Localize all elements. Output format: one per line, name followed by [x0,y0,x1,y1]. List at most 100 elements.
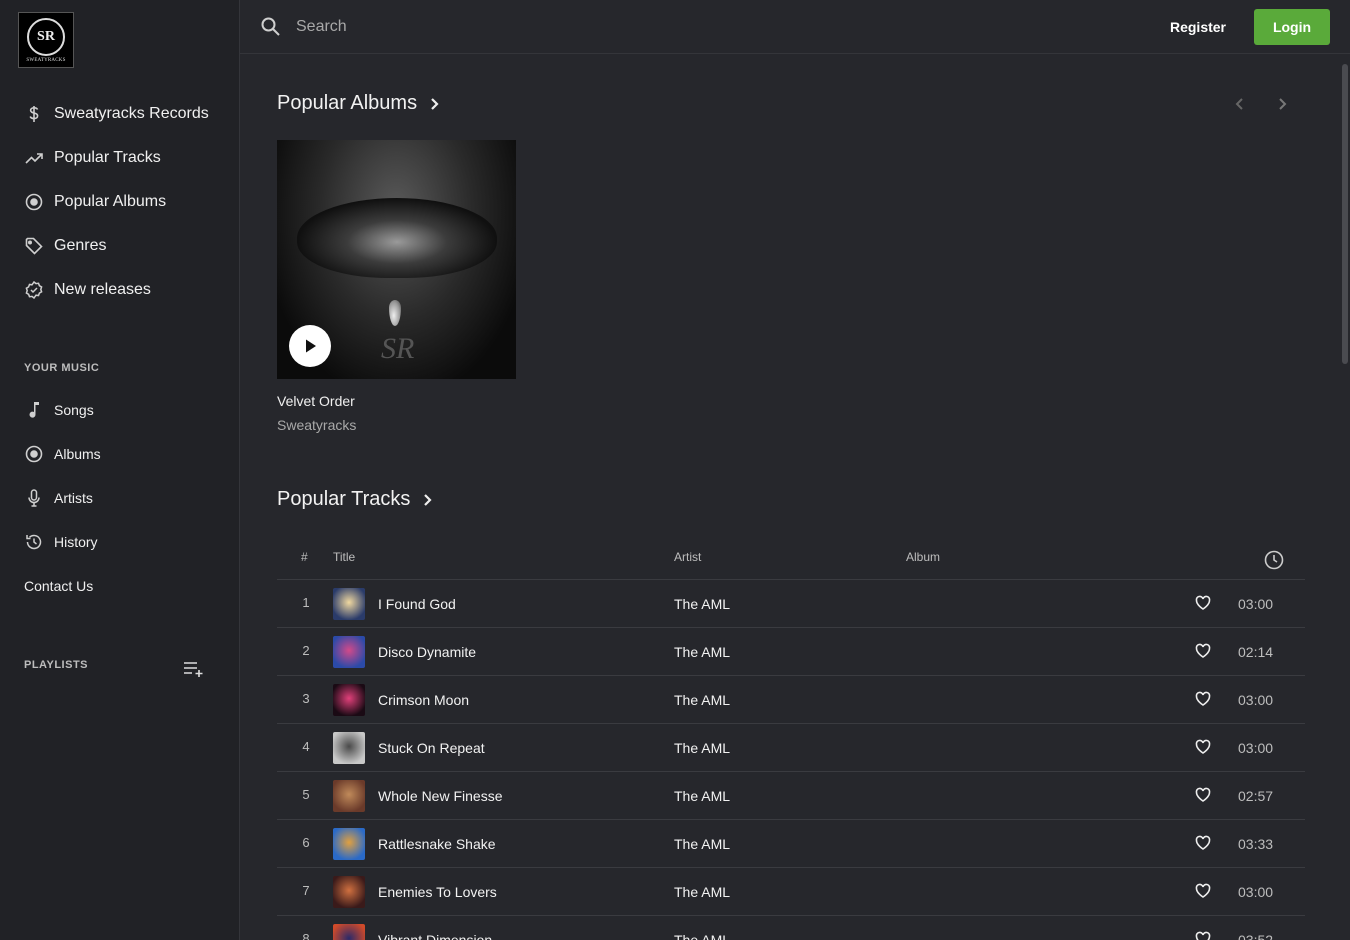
track-thumbnail[interactable] [333,684,365,716]
heart-icon[interactable] [1195,595,1211,611]
nav-item-label: Sweatyracks Records [54,105,209,122]
table-body: 1 I Found God The AML 03:00 2 Disco Dynamite T… [277,580,1305,940]
contact-us-link[interactable]: Contact Us [24,578,93,594]
heart-icon[interactable] [1195,931,1211,940]
popular-tracks-heading[interactable]: Popular Tracks [277,488,434,511]
track-duration: 02:57 [1238,788,1274,804]
main-scrollbar[interactable] [1340,54,1350,940]
nav-item-label: Genres [54,237,107,254]
track-number: 3 [302,691,310,706]
track-artist[interactable]: The AML [674,884,730,900]
track-artist[interactable]: The AML [674,692,730,708]
nav-item-genres[interactable]: Genres [0,224,240,268]
login-button[interactable]: Login [1254,9,1330,45]
music-note-icon [24,400,44,420]
table-header: # Title Artist Album [277,532,1305,580]
album-artist[interactable]: Sweatyracks [277,417,517,433]
table-row[interactable]: 5 Whole New Finesse The AML 02:57 [277,772,1305,820]
table-row[interactable]: 8 Vibrant Dimension The AML 03:52 [277,916,1305,940]
track-thumbnail[interactable] [333,732,365,764]
table-row[interactable]: 2 Disco Dynamite The AML 02:14 [277,628,1305,676]
nav-item-label: New releases [54,281,151,298]
nav-item-popular-tracks[interactable]: Popular Tracks [0,136,240,180]
track-title[interactable]: Vibrant Dimension [378,932,492,940]
album-title[interactable]: Velvet Order [277,393,517,409]
heart-icon[interactable] [1195,739,1211,755]
track-artist[interactable]: The AML [674,836,730,852]
nav-item-label: Albums [54,446,101,462]
track-thumbnail[interactable] [333,780,365,812]
clock-icon [1264,550,1284,570]
dollar-icon [24,104,44,124]
track-duration: 03:00 [1238,596,1274,612]
track-thumbnail[interactable] [333,876,365,908]
scrollbar-thumb[interactable] [1342,64,1348,364]
track-title[interactable]: Rattlesnake Shake [378,836,496,852]
your-music-nav: Songs Albums Artists History [0,388,240,564]
table-row[interactable]: 6 Rattlesnake Shake The AML 03:33 [277,820,1305,868]
popular-tracks-title: Popular Tracks [277,488,411,510]
carousel-next-icon[interactable] [1274,96,1290,112]
heart-icon[interactable] [1195,643,1211,659]
logo-monogram: SR [27,17,65,56]
table-row[interactable]: 4 Stuck On Repeat The AML 03:00 [277,724,1305,772]
register-button[interactable]: Register [1160,10,1236,44]
nav-item-artists[interactable]: Artists [0,476,240,520]
sidebar: SR SWEATYRACKS Sweatyracks Records Popul… [0,0,240,940]
track-number: 1 [302,595,310,610]
play-button[interactable] [289,325,331,367]
track-artist[interactable]: The AML [674,932,730,940]
track-title[interactable]: Disco Dynamite [378,644,476,660]
track-duration: 03:00 [1238,740,1274,756]
track-artist[interactable]: The AML [674,740,730,756]
track-duration: 03:52 [1238,932,1274,940]
track-thumbnail[interactable] [333,924,365,940]
heart-icon[interactable] [1195,883,1211,899]
popular-albums-heading[interactable]: Popular Albums [277,92,441,115]
album-card[interactable]: SR Velvet Order Sweatyracks [277,140,517,433]
search-input[interactable] [296,14,796,40]
track-number: 4 [302,739,310,754]
nav-item-history[interactable]: History [0,520,240,564]
main-content: Popular Albums SR Velvet Order Sweatyrac… [240,54,1340,940]
nav-item-new-releases[interactable]: New releases [0,268,240,312]
nav-item-sweatyracks-records[interactable]: Sweatyracks Records [0,92,240,136]
table-row[interactable]: 3 Crimson Moon The AML 03:00 [277,676,1305,724]
track-thumbnail[interactable] [333,636,365,668]
track-thumbnail[interactable] [333,588,365,620]
search-icon[interactable] [260,16,282,38]
table-row[interactable]: 1 I Found God The AML 03:00 [277,580,1305,628]
disc-icon [24,444,44,464]
logo[interactable]: SR SWEATYRACKS [18,12,74,68]
nav-item-label: Artists [54,490,93,506]
track-artist[interactable]: The AML [674,644,730,660]
heart-icon[interactable] [1195,835,1211,851]
table-row[interactable]: 7 Enemies To Lovers The AML 03:00 [277,868,1305,916]
track-artist[interactable]: The AML [674,596,730,612]
track-title[interactable]: Enemies To Lovers [378,884,497,900]
chevron-right-icon [427,97,441,111]
heart-icon[interactable] [1195,691,1211,707]
carousel-prev-icon[interactable] [1232,96,1248,112]
track-duration: 02:14 [1238,644,1274,660]
nav-item-songs[interactable]: Songs [0,388,240,432]
track-title[interactable]: Crimson Moon [378,692,469,708]
heart-icon[interactable] [1195,787,1211,803]
top-bar: Register Login [240,0,1350,54]
badge-check-icon [24,280,44,300]
nav-item-label: Popular Albums [54,193,167,210]
track-number: 8 [302,931,310,940]
tracks-table: # Title Artist Album 1 I Found God The AML… [277,532,1305,940]
track-title[interactable]: Stuck On Repeat [378,740,485,756]
album-cover-drop [389,300,401,326]
nav-item-albums[interactable]: Albums [0,432,240,476]
track-duration: 03:00 [1238,692,1274,708]
album-cover[interactable]: SR [277,140,516,379]
add-playlist-icon[interactable] [183,660,205,678]
disc-icon [24,192,44,212]
track-title[interactable]: Whole New Finesse [378,788,503,804]
track-thumbnail[interactable] [333,828,365,860]
track-title[interactable]: I Found God [378,596,456,612]
nav-item-popular-albums[interactable]: Popular Albums [0,180,240,224]
track-artist[interactable]: The AML [674,788,730,804]
